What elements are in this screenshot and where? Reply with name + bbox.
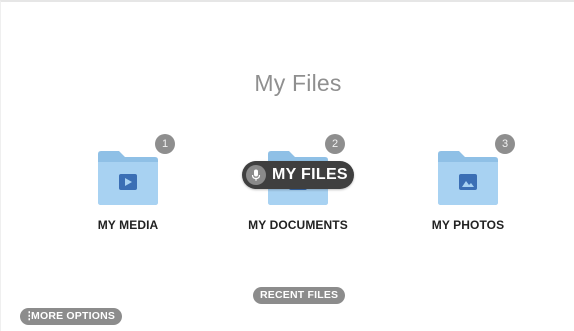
badge-number: 1 — [155, 134, 175, 154]
folder-icon — [434, 150, 502, 206]
voice-command-label: MY FILES — [272, 166, 348, 183]
folder-label: MY MEDIA — [97, 218, 159, 232]
folder-tile-my-photos[interactable]: 3 MY PHOTOS — [393, 132, 543, 236]
image-icon — [459, 174, 477, 190]
microphone-icon — [246, 165, 266, 185]
vertical-dots-icon: ⋮ — [24, 310, 35, 322]
folder-label: MY DOCUMENTS — [248, 218, 348, 232]
folder-icon — [94, 150, 162, 206]
folder-label: MY PHOTOS — [431, 218, 505, 232]
folder-tile-my-media[interactable]: 1 MY MEDIA — [53, 132, 203, 236]
voice-command-pill[interactable]: MY FILES — [242, 161, 354, 189]
file-browser-screen: My Files 1 MY MEDIA 2 MY DOCUMENTS 3 MY … — [0, 0, 574, 331]
badge-number: 3 — [495, 134, 515, 154]
more-options-label: MORE OPTIONS — [31, 310, 116, 322]
page-title: My Files — [254, 70, 342, 96]
more-options-button[interactable]: ⋮MORE OPTIONS — [20, 308, 123, 325]
badge-number: 2 — [325, 134, 345, 154]
recent-files-button[interactable]: RECENT FILES — [253, 287, 346, 304]
